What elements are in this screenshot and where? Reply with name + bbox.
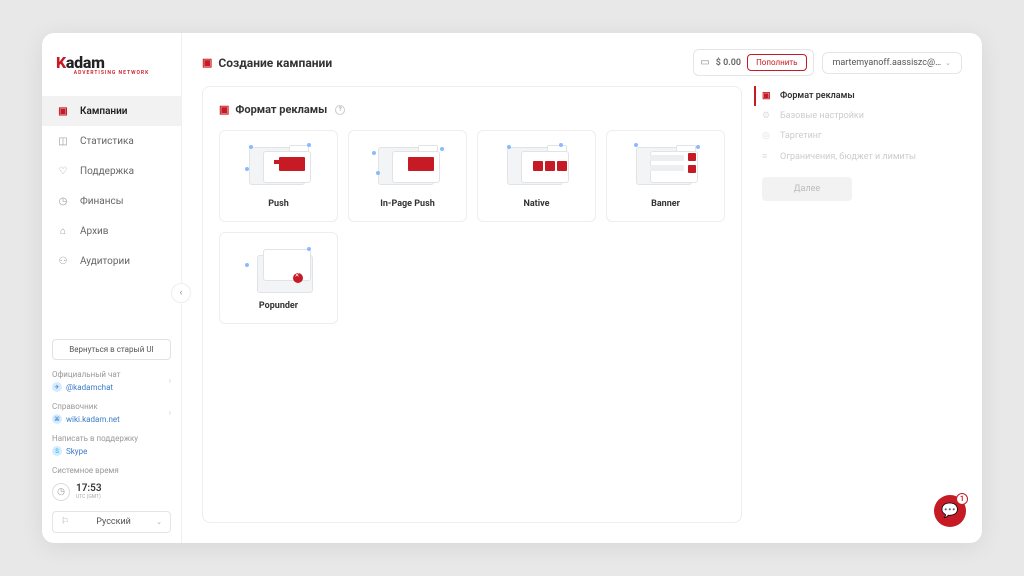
nav-item-statistics[interactable]: ◫ Статистика [42,126,181,156]
panel-title: ▣ Формат рекламы ? [219,103,725,116]
nav-label: Поддержка [80,166,134,177]
format-card-push[interactable]: Push [219,130,338,222]
panel-title-text: Формат рекламы [235,103,327,116]
chart-icon: ◫ [56,134,70,148]
format-illustration [630,141,702,191]
step-label: Базовые настройки [780,111,864,121]
archive-icon: ⌂ [56,224,70,238]
nav-label: Кампании [80,106,128,117]
official-chat-title: Официальный чат [52,370,171,379]
info-icon[interactable]: ? [335,105,345,115]
format-label: Native [524,199,550,209]
nav-label: Статистика [80,136,134,147]
nav-item-support[interactable]: ♡ Поддержка [42,156,181,186]
chat-icon: 💬 [941,503,958,519]
format-illustration [372,141,444,191]
format-label: Popunder [259,301,298,311]
nav-item-archive[interactable]: ⌂ Архив [42,216,181,246]
wallet-icon: ▭ [700,57,709,68]
step-label: Таргетинг [780,131,822,141]
sidebar-bottom: Вернуться в старый UI Официальный чат ✈ … [42,339,181,533]
reference-block[interactable]: Справочник ⌘ wiki.kadam.net › [52,402,171,424]
next-button[interactable]: Далее [762,177,852,201]
user-email: martemyanoff.aassiszc@… [833,58,942,68]
sidebar-collapse-button[interactable]: ‹ [171,283,191,303]
system-time-tz: UTC (GMT) [76,494,102,500]
balance-box: ▭ $ 0.00 Пополнить [693,49,813,76]
link-icon: ⌘ [52,414,62,424]
format-card-popunder[interactable]: Popunder [219,232,338,324]
telegram-icon: ✈ [52,382,62,392]
reference-link: wiki.kadam.net [66,415,120,424]
sidebar: Kadam ADVERTISING NETWORK ▣ Кампании ◫ С… [42,33,182,543]
chevron-right-icon: › [169,408,171,417]
official-chat-link: @kadamchat [66,383,113,392]
topup-button[interactable]: Пополнить [747,54,806,71]
nav-label: Финансы [80,196,123,207]
nav-item-campaigns[interactable]: ▣ Кампании [42,96,181,126]
page-title: ▣ Создание кампании [202,56,332,70]
globe-icon: ⚐ [61,517,71,527]
format-illustration [501,141,573,191]
nav-label: Архив [80,226,109,237]
clock-icon: ◷ [52,483,70,501]
page-title-text: Создание кампании [218,56,332,70]
format-label: Push [268,199,289,209]
nav-item-finance[interactable]: ◷ Финансы [42,186,181,216]
user-menu[interactable]: martemyanoff.aassiszc@… ⌄ [822,52,963,74]
old-ui-button[interactable]: Вернуться в старый UI [52,339,171,360]
folder-icon: ▣ [762,91,774,101]
nav-item-audiences[interactable]: ⚇ Аудитории [42,246,181,276]
system-time-title: Системное время [52,466,171,475]
steps-sidebar: ▣ Формат рекламы ⚙ Базовые настройки ◎ Т… [762,86,962,523]
step-limits: ≡ Ограничения, бюджет и лимиты [762,146,962,167]
target-icon: ◎ [762,131,774,141]
heart-icon: ♡ [56,164,70,178]
reference-title: Справочник [52,402,171,411]
chevron-right-icon: › [169,376,171,385]
step-label: Ограничения, бюджет и лимиты [780,152,916,162]
brand-logo: Kadam ADVERTISING NETWORK [42,53,181,96]
folder-icon: ▣ [202,56,212,69]
clock-icon: ◷ [56,194,70,208]
support-block[interactable]: Написать в поддержку S Skype [52,434,171,456]
step-label: Формат рекламы [780,91,855,101]
folder-icon: ▣ [219,103,229,116]
language-label: Русский [96,517,131,527]
format-card-inpage-push[interactable]: In-Page Push [348,130,467,222]
content: ▣ Формат рекламы ? Push [182,86,982,543]
people-icon: ⚇ [56,254,70,268]
step-basic-settings: ⚙ Базовые настройки [762,106,962,126]
support-link: Skype [66,447,87,456]
gear-icon: ⚙ [762,111,774,121]
app-window: Kadam ADVERTISING NETWORK ▣ Кампании ◫ С… [42,33,982,543]
step-format[interactable]: ▣ Формат рекламы [754,86,962,106]
format-card-native[interactable]: Native [477,130,596,222]
language-selector[interactable]: ⚐ Русский ⌄ [52,511,171,533]
balance-value: $ 0.00 [716,58,741,68]
limits-icon: ≡ [762,151,774,162]
chat-badge: 1 [956,493,968,505]
format-label: In-Page Push [380,199,435,209]
system-time-block: Системное время ◷ 17:53 UTC (GMT) [52,466,171,501]
format-illustration [243,243,315,293]
main: ▣ Создание кампании ▭ $ 0.00 Пополнить m… [182,33,982,543]
format-label: Banner [651,199,680,209]
folder-icon: ▣ [56,104,70,118]
official-chat-block[interactable]: Официальный чат ✈ @kadamchat › [52,370,171,392]
topbar: ▣ Создание кампании ▭ $ 0.00 Пополнить m… [182,33,982,86]
format-illustration [243,141,315,191]
format-panel: ▣ Формат рекламы ? Push [202,86,742,523]
nav-label: Аудитории [80,256,130,267]
system-time-value: 17:53 [76,484,102,494]
step-targeting: ◎ Таргетинг [762,126,962,146]
skype-icon: S [52,446,62,456]
chevron-down-icon: ⌄ [156,518,162,526]
sidebar-nav: ▣ Кампании ◫ Статистика ♡ Поддержка ◷ Фи… [42,96,181,276]
chat-widget-button[interactable]: 💬 1 [934,495,966,527]
support-title: Написать в поддержку [52,434,171,443]
format-grid: Push In-Page Push [219,130,725,324]
format-card-banner[interactable]: Banner [606,130,725,222]
chevron-down-icon: ⌄ [945,59,951,67]
